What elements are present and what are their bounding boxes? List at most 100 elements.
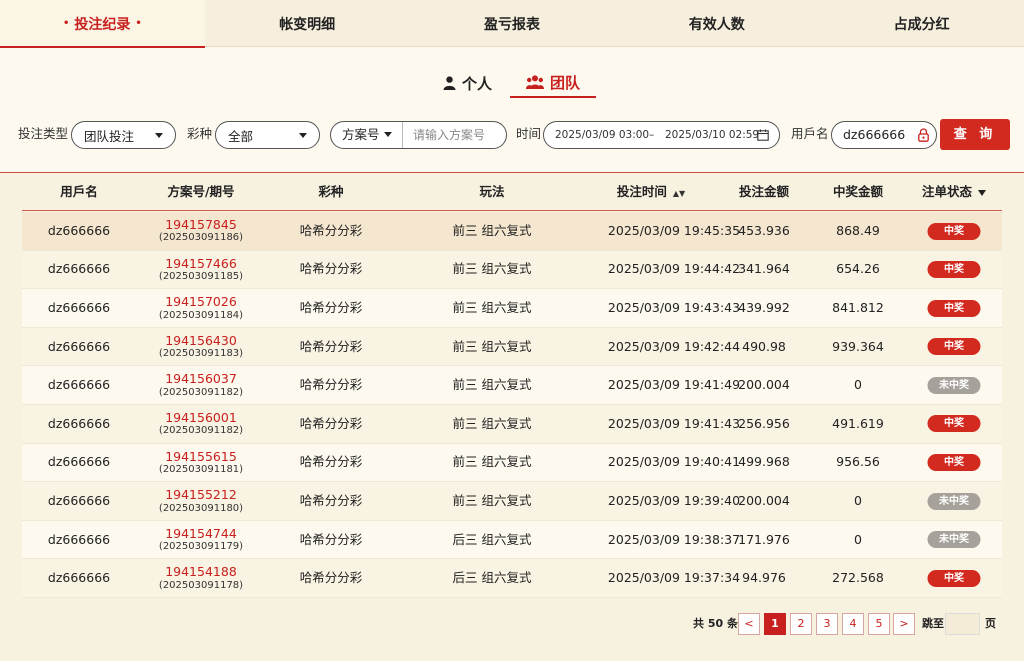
play-method: 前三 组六复式 [452, 300, 532, 315]
cell-play: 前三 组六复式 [453, 444, 532, 482]
top-tab-1[interactable]: • 投注纪录 • [0, 0, 205, 48]
col-bet-time: 投注时间 [616, 184, 667, 199]
cell-bet-amount: 490.98 [742, 328, 786, 366]
bet-type-select[interactable]: 团队投注 [71, 121, 176, 149]
top-tab-5[interactable]: 占成分红 [819, 0, 1024, 47]
cell-username: dz666666 [48, 444, 110, 482]
cell-bet-time: 2025/03/09 19:45:35 [608, 212, 740, 250]
username: dz666666 [47, 300, 111, 315]
plan-type-select[interactable]: 方案号 [331, 122, 403, 148]
plan-number-link[interactable]: 194155212 [165, 487, 237, 502]
top-tab-label: 投注纪录 [74, 16, 131, 33]
table-row[interactable]: dz666666 194157466 (202503091185) 哈希分分彩 前三 组… [22, 250, 1002, 290]
page-button-1[interactable]: 1 [764, 613, 786, 635]
jump-page-input[interactable] [945, 613, 980, 635]
chevron-down-icon [155, 133, 163, 138]
cell-bet-time: 2025/03/09 19:44:42 [608, 251, 740, 289]
plan-number-link[interactable]: 194157845 [165, 217, 237, 232]
plan-number-link[interactable]: 194154188 [165, 565, 237, 580]
lottery-select[interactable]: 全部 [215, 121, 320, 149]
cell-lottery: 哈希分分彩 [300, 444, 363, 482]
next-page-button[interactable]: > [893, 613, 915, 635]
cell-username: dz666666 [48, 521, 110, 559]
table-row[interactable]: dz666666 194155615 (202503091181) 哈希分分彩 前三 组… [22, 443, 1002, 483]
cell-win-amount: 272.568 [832, 559, 884, 597]
top-tab-3[interactable]: 盈亏报表 [410, 0, 615, 47]
bet-amount: 94.976 [742, 570, 786, 586]
table-header: 用戶名 方案号/期号 彩种 玩法 投注时间 ▲▼ 投注金额 中奖金额 注单状态 [22, 173, 1002, 211]
username-label: 用戶名 [791, 126, 829, 141]
plan-number-link[interactable]: 194156001 [165, 410, 237, 425]
username-field[interactable]: dz666666 [831, 121, 937, 149]
date-range-picker[interactable]: 2025/03/09 03:00 – 2025/03/10 02:59 [543, 121, 780, 149]
cell-status: 中奖 [927, 251, 981, 289]
cell-bet-amount: 341.964 [738, 251, 790, 289]
status-badge: 未中奖 [927, 492, 981, 510]
page-button-3[interactable]: 3 [816, 613, 838, 635]
username: dz666666 [47, 492, 111, 508]
jump-to-label: 跳至 [922, 617, 944, 630]
cell-plan-issue: 194154188 (202503091178) [159, 559, 243, 597]
col-bet-time-sort[interactable]: 投注时间 ▲▼ [617, 173, 685, 211]
cell-win-amount: 868.49 [836, 212, 880, 250]
top-tab-label: 有效人数 [688, 16, 745, 33]
win-amount: 956.56 [836, 454, 880, 470]
status-badge: 未中奖 [927, 376, 981, 394]
col-status-filter[interactable]: 注单状态 [922, 173, 987, 211]
plan-number-link[interactable]: 194157466 [165, 256, 237, 271]
cell-lottery: 哈希分分彩 [300, 251, 363, 289]
page-button-2[interactable]: 2 [790, 613, 812, 635]
query-button[interactable]: 查 询 [940, 119, 1010, 150]
plan-number-link[interactable]: 194155615 [165, 449, 237, 464]
table-row[interactable]: dz666666 194156001 (202503091182) 哈希分分彩 前三 组… [22, 404, 1002, 444]
play-method: 前三 组六复式 [452, 454, 532, 470]
username-value: dz666666 [843, 127, 906, 142]
win-amount: 491.619 [832, 415, 884, 431]
cell-bet-amount: 499.968 [738, 444, 790, 482]
table-row[interactable]: dz666666 194156430 (202503091183) 哈希分分彩 前三 组… [22, 327, 1002, 367]
cell-plan-issue: 194157845 (202503091186) [159, 212, 243, 250]
issue-number: (202503091182) [158, 425, 244, 437]
table-row[interactable]: dz666666 194156037 (202503091182) 哈希分分彩 前三 组… [22, 366, 1002, 405]
team-icon [525, 75, 544, 89]
plan-number-input[interactable] [403, 122, 506, 148]
page-button-5[interactable]: 5 [868, 613, 890, 635]
bet-time: 2025/03/09 19:45:35 [607, 222, 741, 238]
table-body: dz666666 194157845 (202503091186) 哈希分分彩 前三 组… [22, 212, 1002, 598]
plan-number-link[interactable]: 194154744 [165, 526, 237, 541]
mode-personal-tab[interactable]: 个人 [443, 68, 492, 98]
status-badge: 中奖 [927, 299, 981, 317]
cell-lottery: 哈希分分彩 [300, 212, 363, 250]
calendar-icon [757, 129, 769, 141]
cell-bet-time: 2025/03/09 19:43:43 [608, 289, 740, 327]
table-row[interactable]: dz666666 194154188 (202503091178) 哈希分分彩 后三 组… [22, 559, 1002, 598]
cell-bet-time: 2025/03/09 19:38:37 [608, 521, 740, 559]
cell-status: 中奖 [927, 405, 981, 443]
plan-number-link[interactable]: 194156037 [165, 372, 237, 387]
table-row[interactable]: dz666666 194157845 (202503091186) 哈希分分彩 前三 组… [22, 212, 1002, 251]
bet-amount: 490.98 [742, 338, 786, 354]
date-start: 2025/03/09 03:00 [555, 129, 650, 141]
cell-lottery: 哈希分分彩 [300, 328, 363, 366]
cell-plan-issue: 194155615 (202503091181) [159, 444, 243, 482]
prev-page-button[interactable]: < [738, 613, 760, 635]
cell-bet-amount: 453.936 [738, 212, 790, 250]
table-row[interactable]: dz666666 194154744 (202503091179) 哈希分分彩 后三 组… [22, 520, 1002, 560]
cell-play: 前三 组六复式 [453, 212, 532, 250]
bet-time: 2025/03/09 19:44:42 [607, 261, 741, 277]
win-amount: 841.812 [832, 300, 884, 315]
bet-time: 2025/03/09 19:37:34 [607, 570, 741, 586]
table-row[interactable]: dz666666 194157026 (202503091184) 哈希分分彩 前三 组… [22, 289, 1002, 328]
lottery-value: 全部 [228, 128, 254, 144]
play-method: 前三 组六复式 [452, 492, 532, 508]
plan-number-link[interactable]: 194157026 [165, 294, 237, 309]
status-badge: 中奖 [927, 338, 981, 356]
plan-number-link[interactable]: 194156430 [165, 333, 237, 348]
top-tab-2[interactable]: 帐变明细 [205, 0, 410, 47]
issue-number: (202503091184) [158, 309, 244, 321]
table-row[interactable]: dz666666 194155212 (202503091180) 哈希分分彩 前三 组… [22, 482, 1002, 521]
username: dz666666 [47, 377, 111, 393]
mode-team-tab[interactable]: 团队 [510, 68, 596, 98]
page-button-4[interactable]: 4 [842, 613, 864, 635]
top-tab-4[interactable]: 有效人数 [614, 0, 819, 47]
